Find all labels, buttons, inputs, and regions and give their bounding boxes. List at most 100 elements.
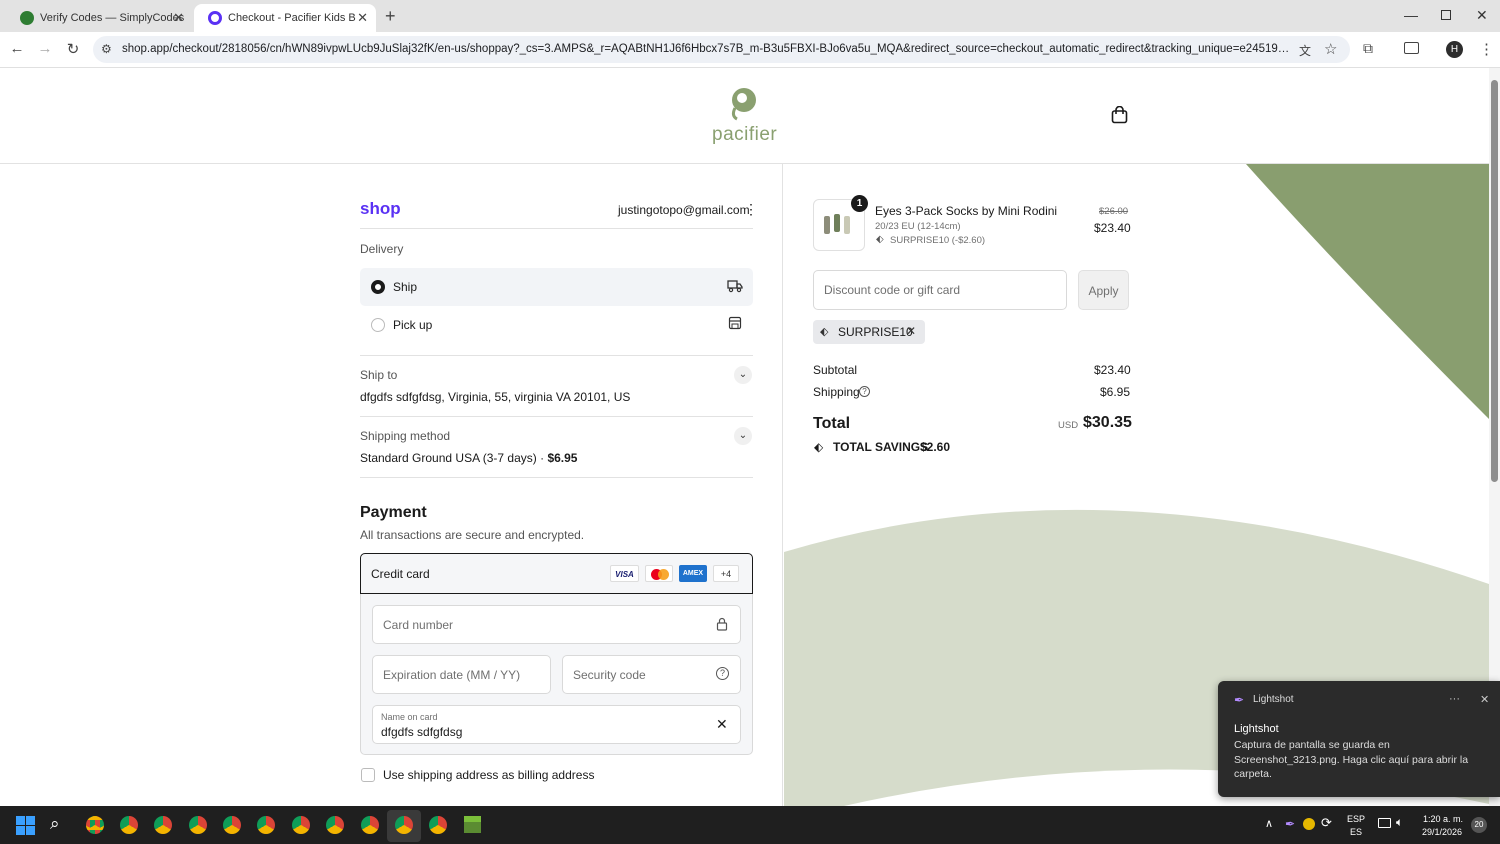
expiration-date-input[interactable]: Expiration date (MM / YY): [372, 655, 551, 694]
item-original-price: $26.00: [1099, 206, 1129, 217]
new-tab-button[interactable]: +: [385, 6, 396, 27]
chrome-icon[interactable]: [154, 816, 172, 834]
chevron-down-icon[interactable]: ⌄: [734, 366, 752, 384]
item-variant: 20/23 EU (12-14cm): [875, 221, 961, 232]
tab-simplycodes[interactable]: Verify Codes — SimplyCodes ✕: [6, 4, 192, 32]
discount-code-input[interactable]: Discount code or gift card: [813, 270, 1067, 310]
ship-label: Ship: [393, 280, 418, 294]
applied-discount-code: SURPRISE10: [838, 325, 913, 339]
pickup-radio[interactable]: [371, 318, 385, 332]
search-icon[interactable]: ⌕: [50, 814, 60, 834]
back-icon[interactable]: ←: [7, 40, 27, 57]
amex-logo: AMEX: [679, 565, 707, 582]
subtotal-label: Subtotal: [813, 363, 858, 377]
pacifier-logo-icon: [731, 88, 756, 121]
clear-icon[interactable]: ✕: [716, 716, 728, 733]
chrome-icon[interactable]: [223, 816, 241, 834]
pickup-label[interactable]: Pick up: [393, 318, 432, 332]
url-text[interactable]: shop.app/checkout/2818056/cn/hWN89ivpwLU…: [122, 43, 1290, 55]
notification-close-icon[interactable]: ✕: [1480, 693, 1489, 706]
store-logo-text[interactable]: pacifier: [712, 124, 777, 146]
notification-app-name: Lightshot: [1253, 694, 1294, 705]
close-tab-icon[interactable]: ✕: [357, 10, 368, 26]
ship-radio[interactable]: [371, 280, 385, 294]
clock-date: 29/1/2026: [1422, 827, 1463, 837]
windows-start-icon[interactable]: [16, 816, 35, 835]
shipping-method-value: Standard Ground USA (3-7 days) · $6.95: [360, 451, 577, 465]
shipping-label: Shipping: [813, 385, 860, 399]
side-panel-icon[interactable]: [1404, 42, 1419, 54]
chrome-icon[interactable]: [395, 816, 413, 834]
tag-icon: ⬖: [814, 440, 824, 454]
chevron-down-icon[interactable]: ⌄: [734, 427, 752, 445]
chrome-icon[interactable]: [292, 816, 310, 834]
region-indicator: ES: [1350, 827, 1363, 837]
chrome-icon[interactable]: [361, 816, 379, 834]
minecraft-icon[interactable]: [464, 816, 481, 833]
tab-checkout[interactable]: Checkout - Pacifier Kids Boutiq ✕: [194, 4, 376, 32]
scrollbar-thumb[interactable]: [1491, 80, 1498, 482]
simplycodes-icon: [20, 11, 34, 25]
item-price: $23.40: [1094, 221, 1131, 235]
more-brands-badge: +4: [713, 565, 739, 582]
site-info-icon[interactable]: ⚙: [101, 42, 112, 56]
lightshot-tray-icon[interactable]: ✒: [1285, 817, 1295, 831]
divider: [360, 416, 753, 417]
card-number-input[interactable]: Card number: [372, 605, 741, 644]
security-code-input[interactable]: Security code: [562, 655, 741, 694]
total-savings-label: TOTAL SAVINGS: [833, 440, 929, 454]
volume-icon[interactable]: 🔈︎: [1396, 815, 1403, 830]
extensions-icon[interactable]: ⧉: [1363, 40, 1373, 57]
chrome-icon[interactable]: [86, 816, 104, 834]
account-menu-icon[interactable]: ⋮: [744, 201, 758, 218]
reload-icon[interactable]: ↻: [63, 40, 83, 58]
billing-checkbox[interactable]: [361, 768, 375, 782]
chrome-icon[interactable]: [120, 816, 138, 834]
ship-to-address: dfgdfs sdfgfdsg, Virginia, 55, virginia …: [360, 390, 631, 404]
maximize-icon[interactable]: [1441, 10, 1451, 20]
close-tab-icon[interactable]: ✕: [173, 10, 184, 26]
feather-icon: ✒: [1234, 693, 1245, 707]
divider: [360, 477, 753, 478]
chrome-icon[interactable]: [189, 816, 207, 834]
divider: [360, 228, 753, 229]
profile-avatar[interactable]: H: [1446, 41, 1463, 58]
clock-time[interactable]: 1:20 a. m.: [1423, 814, 1463, 824]
language-indicator[interactable]: ESP: [1347, 814, 1365, 824]
minimize-icon[interactable]: —: [1404, 7, 1418, 23]
remove-discount-icon[interactable]: ✕: [906, 324, 916, 338]
chrome-icon[interactable]: [326, 816, 344, 834]
browser-menu-icon[interactable]: ⋮: [1479, 40, 1494, 58]
forward-icon[interactable]: →: [35, 40, 55, 57]
bookmark-star-icon[interactable]: ☆: [1324, 40, 1337, 58]
tray-chevron-up-icon[interactable]: ∧: [1265, 817, 1273, 830]
delivery-option-ship[interactable]: [360, 268, 753, 306]
coin-tray-icon[interactable]: [1303, 818, 1315, 830]
payment-title: Payment: [360, 504, 427, 521]
lightshot-notification[interactable]: ✒ Lightshot ··· ✕ Lightshot Captura de p…: [1218, 681, 1500, 797]
store-icon: [728, 316, 742, 330]
total-savings-value: $2.60: [920, 440, 951, 454]
more-options-icon[interactable]: ···: [1449, 693, 1460, 705]
account-email: justingotopo@gmail.com: [618, 203, 750, 217]
help-circle-icon[interactable]: ?: [716, 667, 729, 680]
sync-tray-icon[interactable]: ⟳: [1321, 815, 1332, 831]
mastercard-icon: [645, 565, 673, 582]
billing-checkbox-label[interactable]: Use shipping address as billing address: [383, 768, 594, 782]
shopping-bag-icon[interactable]: [1111, 106, 1128, 124]
notifications-badge[interactable]: 20: [1471, 817, 1487, 833]
help-circle-icon[interactable]: ?: [859, 386, 870, 397]
total-label: Total: [813, 415, 851, 432]
name-on-card-value[interactable]: dfgdfs sdfgfdsg: [381, 725, 462, 739]
currency-code: USD: [1058, 420, 1079, 431]
chrome-icon[interactable]: [257, 816, 275, 834]
visa-logo: VISA: [610, 565, 639, 582]
credit-card-label: Credit card: [371, 567, 430, 581]
network-icon[interactable]: [1378, 818, 1391, 828]
chrome-icon[interactable]: [429, 816, 447, 834]
translate-icon[interactable]: 文: [1299, 42, 1311, 59]
window-close-icon[interactable]: ✕: [1476, 7, 1488, 24]
apply-button[interactable]: Apply: [1078, 270, 1129, 310]
payment-subtitle: All transactions are secure and encrypte…: [360, 528, 585, 542]
truck-icon: [727, 280, 743, 293]
